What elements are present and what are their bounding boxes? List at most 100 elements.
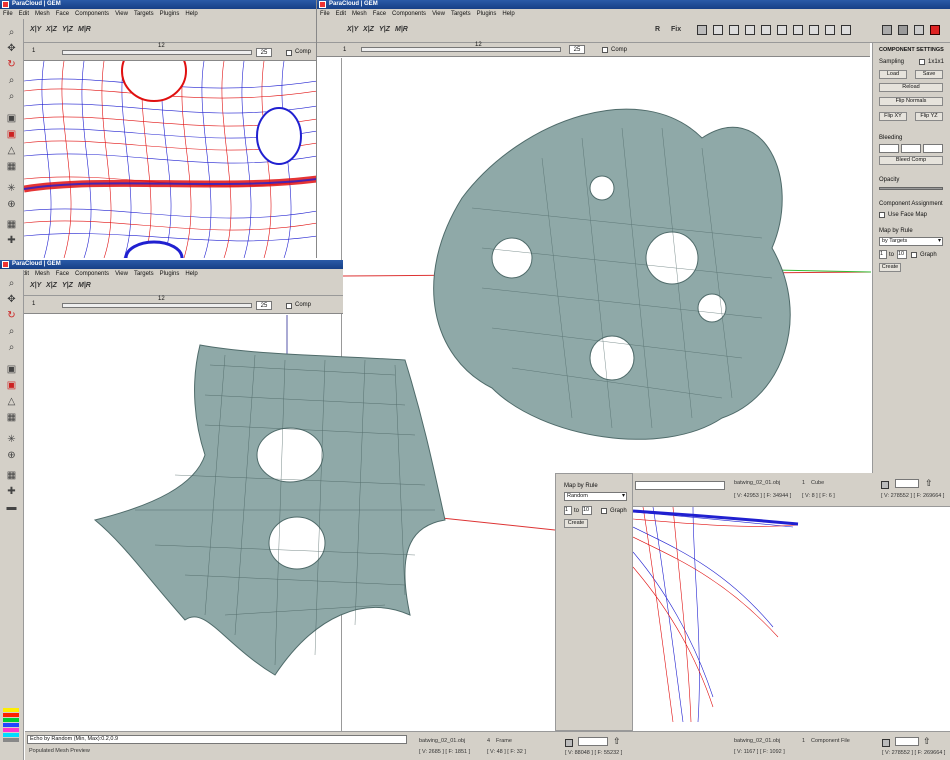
triangle-icon[interactable]: △ — [6, 145, 17, 156]
menu-edit[interactable]: Edit — [336, 11, 346, 17]
view-mr-button[interactable]: M|R — [78, 282, 91, 289]
menu-targets[interactable]: Targets — [134, 11, 154, 17]
menu-help[interactable]: Help — [502, 11, 514, 17]
flip-yz-button[interactable]: Flip YZ — [915, 112, 943, 121]
cube-icon[interactable]: ▣ — [6, 113, 17, 124]
rotate-icon[interactable]: ↻ — [6, 59, 17, 70]
menu-view[interactable]: View — [115, 271, 128, 277]
opacity-slider[interactable] — [879, 187, 943, 190]
shape-icon[interactable] — [777, 25, 787, 35]
list-view-icon[interactable] — [729, 25, 739, 35]
box-view-icon[interactable] — [761, 25, 771, 35]
menu-plugins[interactable]: Plugins — [160, 271, 180, 277]
view-mr-button[interactable]: M|R — [78, 26, 91, 33]
menu-help[interactable]: Help — [185, 271, 197, 277]
menu-mesh[interactable]: Mesh — [35, 271, 50, 277]
popup-create-button[interactable]: Create — [564, 519, 588, 528]
grid-icon[interactable]: ▦ — [6, 161, 17, 172]
load-button[interactable]: Load — [879, 70, 907, 79]
menu-mesh[interactable]: Mesh — [352, 11, 367, 17]
rotate-icon[interactable]: ↻ — [6, 310, 17, 321]
select-icon[interactable]: ▣ — [6, 129, 17, 140]
menu-plugins[interactable]: Plugins — [477, 11, 497, 17]
range-from-field[interactable]: 1 — [879, 250, 887, 259]
corner-icon[interactable] — [809, 25, 819, 35]
menu-view[interactable]: View — [115, 11, 128, 17]
dual-icon[interactable] — [841, 25, 851, 35]
zoom-in-icon[interactable]: ⌕ — [6, 326, 17, 337]
menu-targets[interactable]: Targets — [134, 271, 154, 277]
palette-blue[interactable] — [3, 723, 19, 727]
upload-icon-2[interactable]: ⇧ — [923, 736, 931, 747]
bleed-field-2[interactable] — [901, 144, 921, 153]
menu-file[interactable]: File — [3, 11, 13, 17]
menu-edit[interactable]: Edit — [19, 11, 29, 17]
popup-range-from[interactable]: 1 — [564, 506, 572, 515]
menu-components[interactable]: Components — [392, 11, 426, 17]
menu-components[interactable]: Components — [75, 271, 109, 277]
zoom-icon[interactable]: ⌕ — [6, 278, 17, 289]
view-yz-button[interactable]: Y|Z — [62, 26, 73, 33]
cube-alt-icon[interactable] — [898, 25, 908, 35]
frame-icon[interactable] — [793, 25, 803, 35]
frame-slider[interactable] — [361, 47, 561, 52]
graph-checkbox[interactable] — [911, 252, 917, 258]
grid-icon[interactable]: ▦ — [6, 412, 17, 423]
minus-icon[interactable]: ▬ — [6, 502, 17, 513]
zoom-out-icon[interactable]: ⌕ — [6, 342, 17, 353]
menu-mesh[interactable]: Mesh — [35, 11, 50, 17]
reload-button[interactable]: Reload — [879, 83, 943, 92]
palette-red[interactable] — [3, 713, 19, 717]
target-icon[interactable]: ⊕ — [6, 199, 17, 210]
menu-view[interactable]: View — [432, 11, 445, 17]
add-icon[interactable]: ✚ — [6, 235, 17, 246]
cube-red-icon[interactable] — [930, 25, 940, 35]
view-xy-button[interactable]: X|Y — [30, 282, 41, 289]
palette-yellow[interactable] — [3, 708, 19, 712]
range-to-field[interactable]: 10 — [897, 250, 907, 259]
use-face-map-checkbox[interactable] — [879, 212, 885, 218]
grid-view-icon[interactable] — [713, 25, 723, 35]
flip-xy-button[interactable]: Flip XY — [879, 112, 907, 121]
view-xy-button[interactable]: X|Y — [30, 26, 41, 33]
popup-graph-checkbox[interactable] — [601, 508, 607, 514]
upload-icon[interactable]: ⇧ — [613, 736, 621, 747]
move-icon[interactable]: ✥ — [6, 294, 17, 305]
move-icon[interactable]: ✥ — [6, 43, 17, 54]
frame-end-field[interactable]: 25 — [256, 301, 272, 310]
cube-icon[interactable] — [882, 25, 892, 35]
menu-help[interactable]: Help — [185, 11, 197, 17]
palette-magenta[interactable] — [3, 728, 19, 732]
cube-icon[interactable]: ▣ — [6, 364, 17, 375]
flip-normals-button[interactable]: Flip Normals — [879, 97, 943, 106]
cube-view-icon[interactable] — [697, 25, 707, 35]
bleed-field-3[interactable] — [923, 144, 943, 153]
viewport-wire[interactable] — [23, 40, 316, 258]
palette-cyan[interactable] — [3, 733, 19, 737]
sampling-checkbox[interactable] — [919, 59, 925, 65]
save-button[interactable]: Save — [915, 70, 943, 79]
palette-gray[interactable] — [3, 738, 19, 742]
frame-slider[interactable] — [62, 303, 252, 308]
triangle-icon[interactable]: △ — [6, 396, 17, 407]
view-xy-button[interactable]: X|Y — [347, 26, 358, 33]
snap-icon[interactable]: ✳ — [6, 183, 17, 194]
bleed-field-1[interactable] — [879, 144, 899, 153]
frame-end-field[interactable]: 25 — [256, 48, 272, 57]
menu-file[interactable]: File — [320, 11, 330, 17]
frame-end-field[interactable]: 25 — [569, 45, 585, 54]
zoom-out-icon[interactable]: ⌕ — [6, 91, 17, 102]
menu-face[interactable]: Face — [56, 11, 69, 17]
view-yz-button[interactable]: Y|Z — [379, 26, 390, 33]
menu-plugins[interactable]: Plugins — [160, 11, 180, 17]
target-icon[interactable]: ⊕ — [6, 450, 17, 461]
comp-checkbox[interactable] — [286, 303, 292, 309]
bleed-comp-button[interactable]: Bleed Comp — [879, 156, 943, 165]
popup-rule-select[interactable]: Random — [564, 492, 627, 501]
rule-select[interactable]: by Targets — [879, 237, 943, 246]
select-icon[interactable]: ▣ — [6, 380, 17, 391]
rect-icon[interactable] — [825, 25, 835, 35]
comp-checkbox[interactable] — [602, 47, 608, 53]
frame-slider[interactable] — [62, 50, 252, 55]
zoom-icon[interactable]: ⌕ — [6, 27, 17, 38]
